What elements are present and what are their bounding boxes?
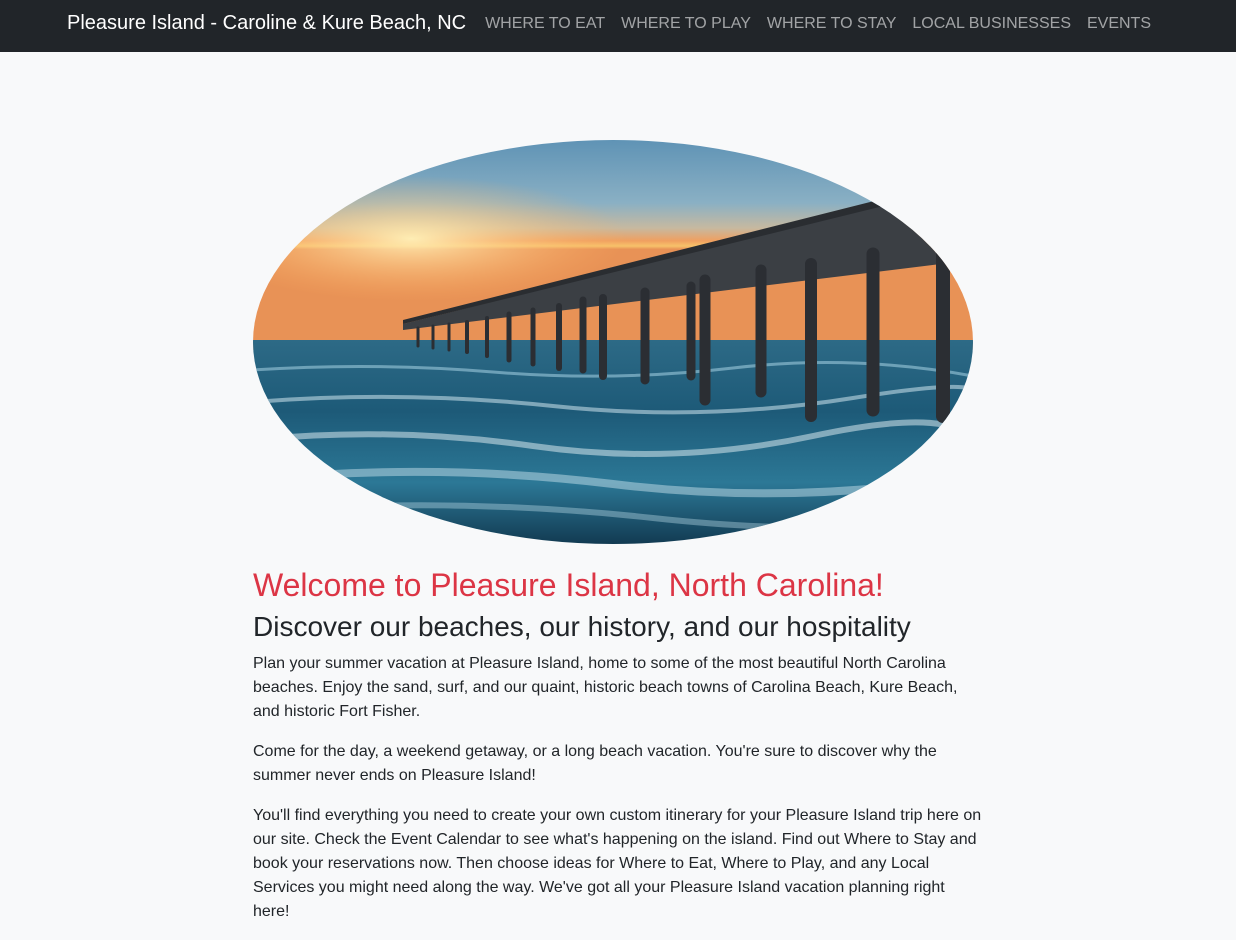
nav-links: Where to Eat Where to Play Where to Stay… <box>485 15 1151 33</box>
nav-item-where-to-stay: Where to Stay <box>767 15 897 33</box>
welcome-heading: Welcome to Pleasure Island, North Caroli… <box>253 567 884 603</box>
nav-link-where-to-play[interactable]: Where to Play <box>621 15 751 33</box>
top-navbar: Pleasure Island - Caroline & Kure Beach,… <box>0 0 1236 52</box>
brand-link[interactable]: Pleasure Island - Caroline & Kure Beach,… <box>67 12 466 35</box>
nav-link-events[interactable]: Events <box>1087 15 1151 33</box>
main-content: Welcome to Pleasure Island, North Caroli… <box>253 566 983 940</box>
nav-link-where-to-eat[interactable]: Where to Eat <box>485 15 605 33</box>
nav-link-where-to-stay[interactable]: Where to Stay <box>767 15 897 33</box>
nav-item-where-to-play: Where to Play <box>621 15 751 33</box>
hero-image <box>253 140 973 544</box>
nav-item-where-to-eat: Where to Eat <box>485 15 605 33</box>
nav-item-local-businesses: Local Businesses <box>912 15 1071 33</box>
nav-item-events: Events <box>1087 15 1151 33</box>
discover-subheading: Discover our beaches, our history, and o… <box>253 611 911 643</box>
intro-paragraph-3: You'll find everything you need to creat… <box>253 806 982 920</box>
intro-paragraph-1: Plan your summer vacation at Pleasure Is… <box>253 654 958 720</box>
pier-sunset-photo <box>253 140 973 544</box>
nav-link-local-businesses[interactable]: Local Businesses <box>912 15 1071 33</box>
intro-paragraph-2: Come for the day, a weekend getaway, or … <box>253 742 937 784</box>
